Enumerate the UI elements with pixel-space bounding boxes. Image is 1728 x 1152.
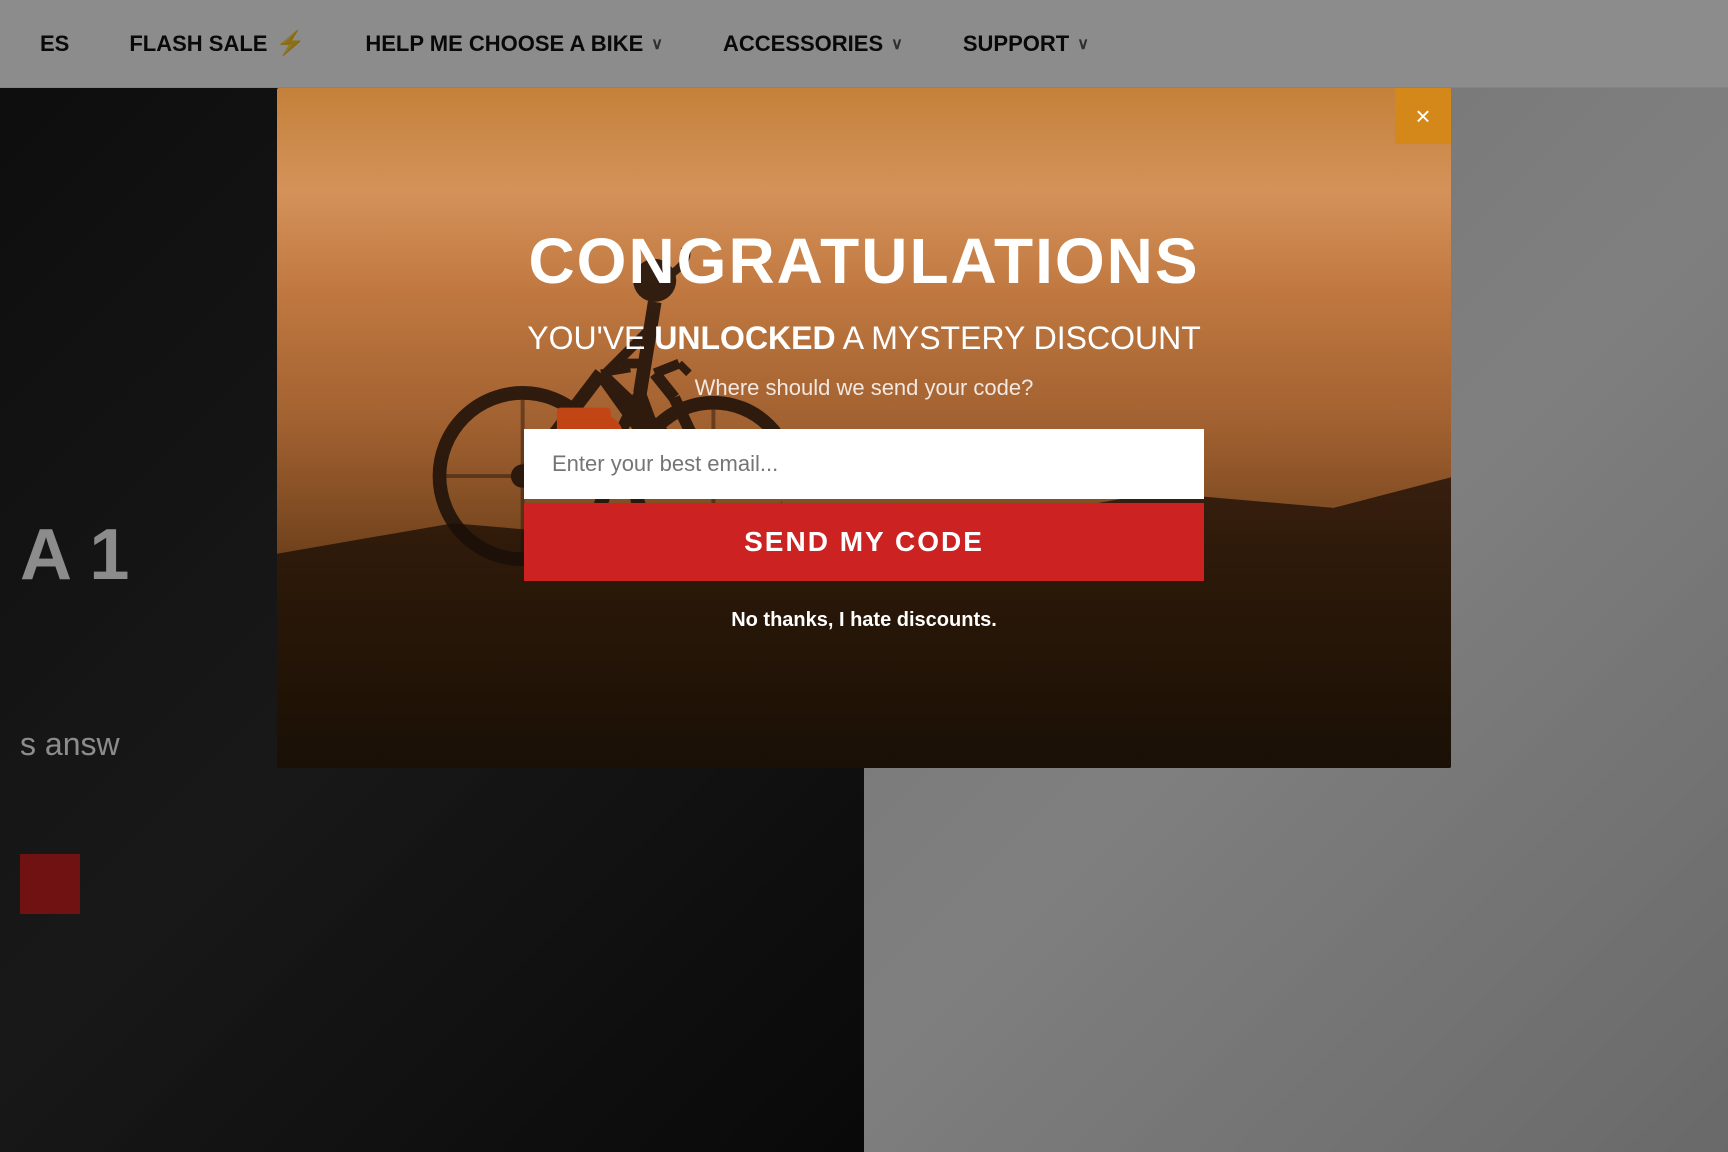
send-code-button[interactable]: SEND MY CODE <box>524 503 1204 581</box>
close-button[interactable]: × <box>1395 88 1451 144</box>
email-input[interactable] <box>524 429 1204 499</box>
subtitle-part2: A MYSTERY DISCOUNT <box>836 320 1201 356</box>
modal-description: Where should we send your code? <box>695 375 1034 401</box>
modal-subtitle: YOU'VE UNLOCKED A MYSTERY DISCOUNT <box>527 318 1200 360</box>
subtitle-bold: UNLOCKED <box>654 320 835 356</box>
modal-content-area: CONGRATULATIONS YOU'VE UNLOCKED A MYSTER… <box>277 88 1451 768</box>
discount-modal: CONGRATULATIONS YOU'VE UNLOCKED A MYSTER… <box>277 88 1451 768</box>
subtitle-part1: YOU'VE <box>527 320 654 356</box>
modal-title: CONGRATULATIONS <box>528 224 1199 298</box>
no-thanks-link[interactable]: No thanks, I hate discounts. <box>731 609 997 632</box>
